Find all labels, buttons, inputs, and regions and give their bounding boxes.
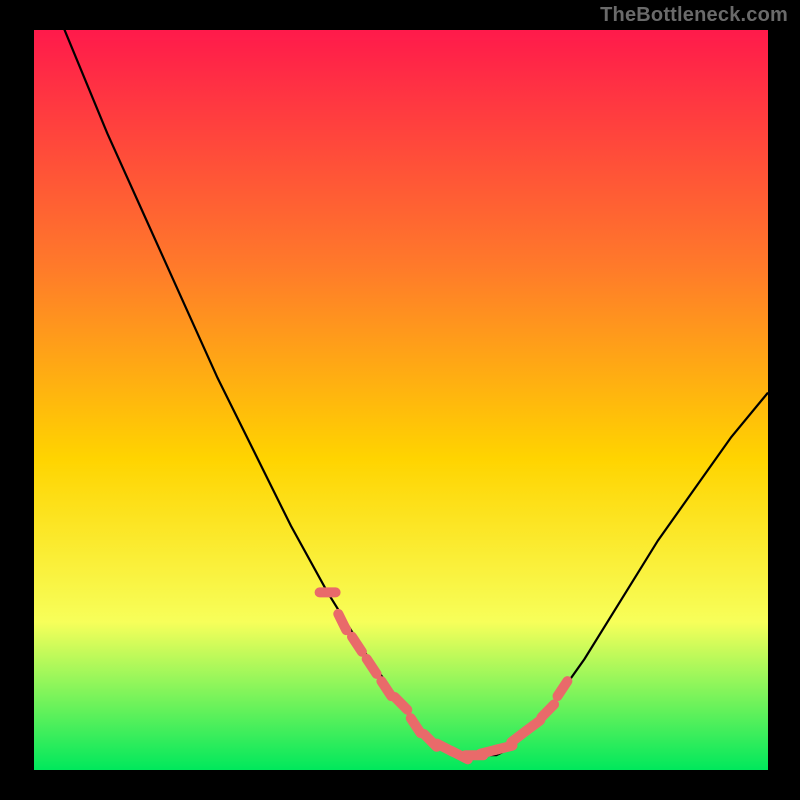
chart-frame: TheBottleneck.com [0,0,800,800]
gradient-background [34,30,768,770]
bottleneck-plot [34,30,768,770]
watermark-text: TheBottleneck.com [600,4,788,27]
